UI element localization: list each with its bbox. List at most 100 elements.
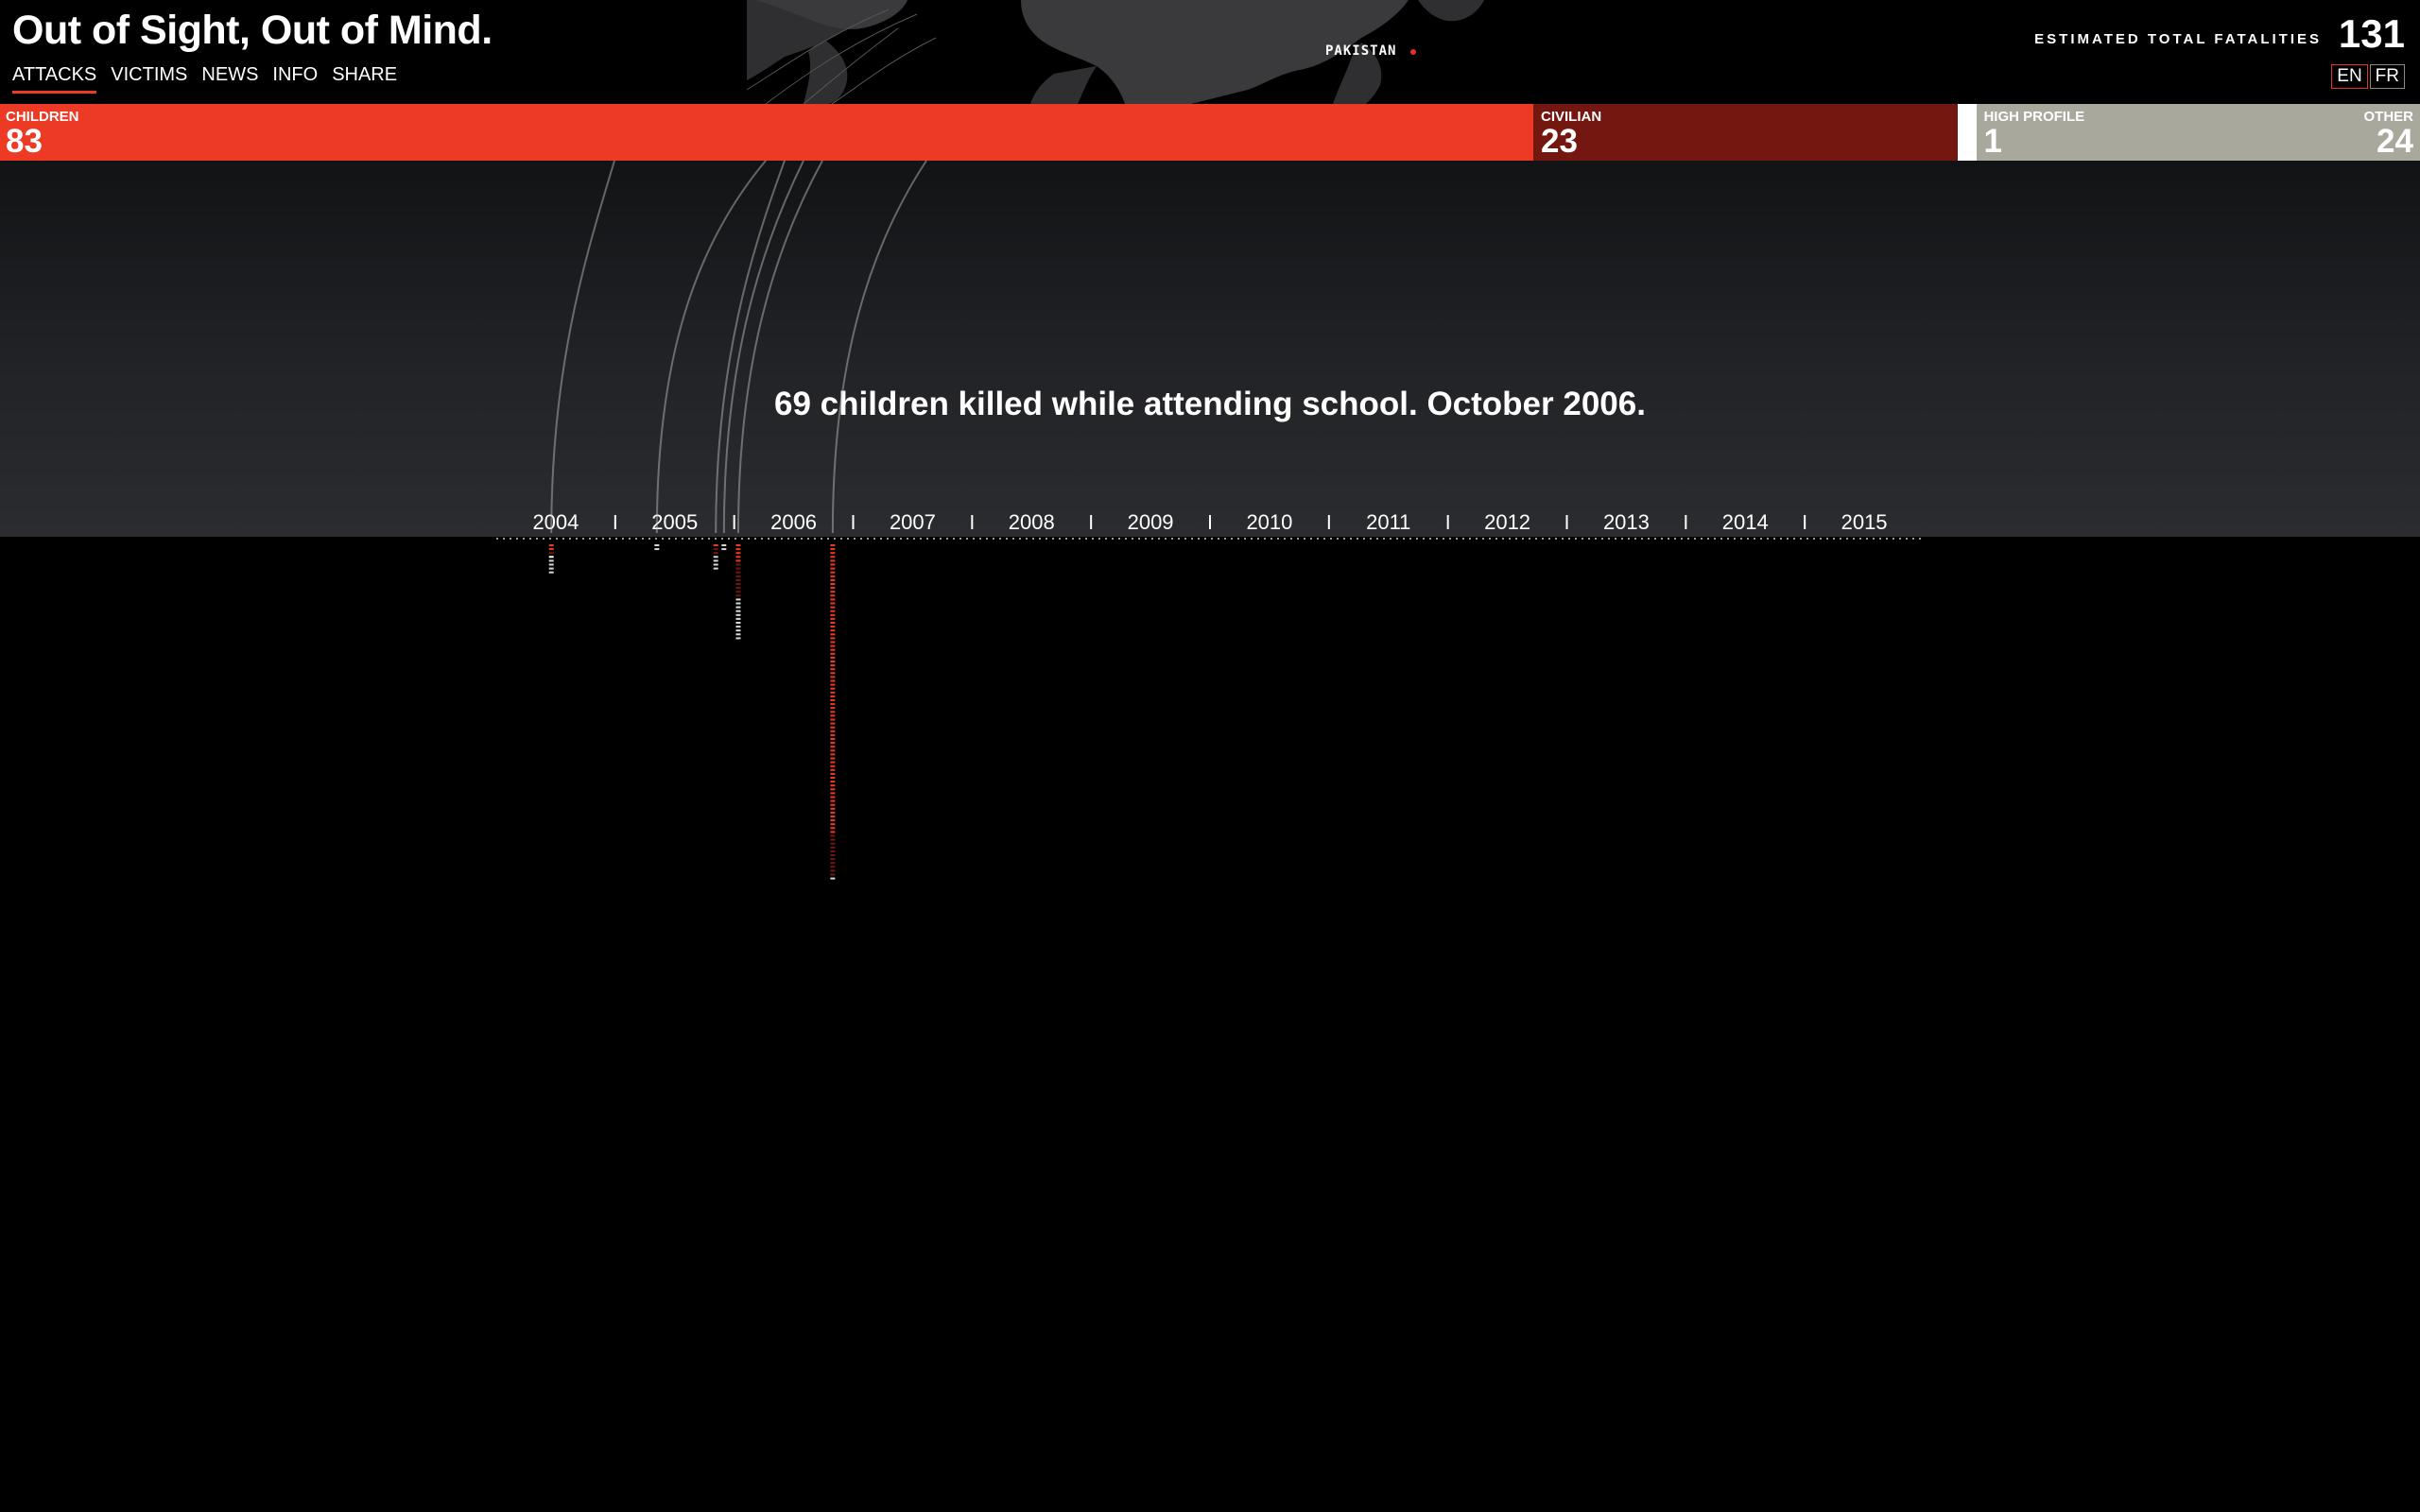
casualty-mark-children[interactable] xyxy=(830,703,836,706)
casualty-mark-civilian[interactable] xyxy=(830,850,836,852)
casualty-mark-civilian[interactable] xyxy=(830,846,836,849)
casualty-mark-children[interactable] xyxy=(830,652,836,655)
casualty-mark-other[interactable] xyxy=(654,548,660,551)
casualty-mark-children[interactable] xyxy=(830,602,836,605)
casualty-mark-civilian[interactable] xyxy=(548,552,554,555)
casualty-mark-children[interactable] xyxy=(713,544,718,546)
casualty-mark-children[interactable] xyxy=(830,559,836,562)
category-civilian[interactable]: CIVILIAN 23 xyxy=(1532,104,1959,161)
casualty-mark-civilian[interactable] xyxy=(830,842,836,845)
casualty-mark-children[interactable] xyxy=(735,544,741,546)
casualty-mark-other[interactable] xyxy=(548,563,554,566)
casualty-mark-children[interactable] xyxy=(830,617,836,620)
casualty-mark-children[interactable] xyxy=(830,753,836,756)
casualty-mark-children[interactable] xyxy=(830,552,836,555)
casualty-mark-children[interactable] xyxy=(830,672,836,675)
casualty-mark-children[interactable] xyxy=(830,699,836,701)
casualty-mark-children[interactable] xyxy=(830,730,836,732)
casualty-mark-children[interactable] xyxy=(830,819,836,822)
casualty-mark-other[interactable] xyxy=(735,633,741,636)
casualty-mark-other[interactable] xyxy=(735,606,741,609)
casualty-mark-children[interactable] xyxy=(830,591,836,593)
casualty-mark-children[interactable] xyxy=(830,668,836,671)
casualty-mark-children[interactable] xyxy=(830,544,836,546)
casualty-mark-children[interactable] xyxy=(830,831,836,833)
casualty-mark-children[interactable] xyxy=(830,711,836,713)
casualty-mark-civilian[interactable] xyxy=(830,862,836,865)
casualty-mark-children[interactable] xyxy=(830,726,836,729)
casualty-mark-civilian[interactable] xyxy=(830,866,836,868)
casualty-mark-children[interactable] xyxy=(830,622,836,624)
casualty-mark-children[interactable] xyxy=(830,738,836,740)
casualty-mark-other[interactable] xyxy=(713,563,718,566)
casualty-mark-other[interactable] xyxy=(713,559,718,562)
casualty-mark-other[interactable] xyxy=(721,548,727,551)
casualty-mark-children[interactable] xyxy=(735,548,741,551)
casualty-mark-children[interactable] xyxy=(830,707,836,710)
casualty-mark-children[interactable] xyxy=(830,718,836,721)
casualty-mark-other[interactable] xyxy=(713,567,718,570)
casualty-mark-children[interactable] xyxy=(830,610,836,612)
casualty-mark-children[interactable] xyxy=(830,746,836,748)
casualty-mark-other[interactable] xyxy=(548,571,554,574)
casualty-mark-children[interactable] xyxy=(830,811,836,814)
casualty-mark-children[interactable] xyxy=(830,679,836,682)
casualty-mark-children[interactable] xyxy=(830,765,836,767)
casualty-mark-children[interactable] xyxy=(830,792,836,795)
casualty-mark-children[interactable] xyxy=(830,563,836,566)
casualty-mark-children[interactable] xyxy=(830,781,836,783)
casualty-mark-children[interactable] xyxy=(830,567,836,570)
casualty-mark-civilian[interactable] xyxy=(735,587,741,590)
casualty-mark-children[interactable] xyxy=(735,552,741,555)
casualty-mark-children[interactable] xyxy=(830,799,836,802)
casualty-mark-children[interactable] xyxy=(830,788,836,791)
lang-en-button[interactable]: EN xyxy=(2331,64,2368,89)
casualty-mark-children[interactable] xyxy=(830,714,836,717)
casualty-mark-civilian[interactable] xyxy=(830,869,836,872)
casualty-mark-children[interactable] xyxy=(548,548,554,551)
category-high-profile-swatch[interactable] xyxy=(1958,104,1978,161)
casualty-mark-children[interactable] xyxy=(830,556,836,558)
casualty-mark-children[interactable] xyxy=(830,594,836,597)
nav-info[interactable]: INFO xyxy=(272,64,318,94)
category-other[interactable]: HIGH PROFILE 1 OTHER 24 xyxy=(1977,104,2420,161)
casualty-mark-other[interactable] xyxy=(735,602,741,605)
casualty-mark-children[interactable] xyxy=(735,559,741,562)
casualty-mark-other[interactable] xyxy=(735,629,741,632)
nav-attacks[interactable]: ATTACKS xyxy=(12,64,97,94)
casualty-mark-children[interactable] xyxy=(830,722,836,725)
casualty-mark-children[interactable] xyxy=(830,676,836,679)
lang-fr-button[interactable]: FR xyxy=(2369,64,2405,89)
casualty-mark-children[interactable] xyxy=(830,687,836,690)
casualty-mark-other[interactable] xyxy=(735,598,741,601)
casualty-mark-children[interactable] xyxy=(830,641,836,644)
casualty-mark-children[interactable] xyxy=(830,613,836,616)
casualty-mark-children[interactable] xyxy=(830,816,836,817)
casualty-mark-children[interactable] xyxy=(548,544,554,546)
casualty-mark-civilian[interactable] xyxy=(735,563,741,566)
casualty-mark-children[interactable] xyxy=(830,683,836,686)
casualty-mark-civilian[interactable] xyxy=(735,567,741,570)
casualty-mark-children[interactable] xyxy=(830,578,836,581)
casualty-mark-other[interactable] xyxy=(735,626,741,628)
casualty-mark-children[interactable] xyxy=(830,749,836,752)
casualty-mark-children[interactable] xyxy=(830,587,836,590)
casualty-mark-civilian[interactable] xyxy=(830,858,836,861)
casualty-mark-children[interactable] xyxy=(830,761,836,764)
casualty-mark-children[interactable] xyxy=(830,626,836,628)
casualty-mark-civilian[interactable] xyxy=(830,838,836,841)
casualty-mark-children[interactable] xyxy=(830,548,836,551)
casualty-mark-children[interactable] xyxy=(830,691,836,694)
casualty-mark-children[interactable] xyxy=(830,606,836,609)
casualty-mark-children[interactable] xyxy=(830,571,836,574)
casualty-mark-other[interactable] xyxy=(654,544,660,546)
casualty-mark-civilian[interactable] xyxy=(830,834,836,837)
casualty-mark-children[interactable] xyxy=(830,803,836,806)
casualty-mark-other[interactable] xyxy=(548,567,554,570)
casualty-mark-other[interactable] xyxy=(735,610,741,612)
casualty-mark-civilian[interactable] xyxy=(735,591,741,593)
casualty-mark-children[interactable] xyxy=(830,823,836,826)
casualty-mark-other[interactable] xyxy=(735,613,741,616)
nav-news[interactable]: NEWS xyxy=(201,64,258,94)
casualty-mark-civilian[interactable] xyxy=(735,571,741,574)
